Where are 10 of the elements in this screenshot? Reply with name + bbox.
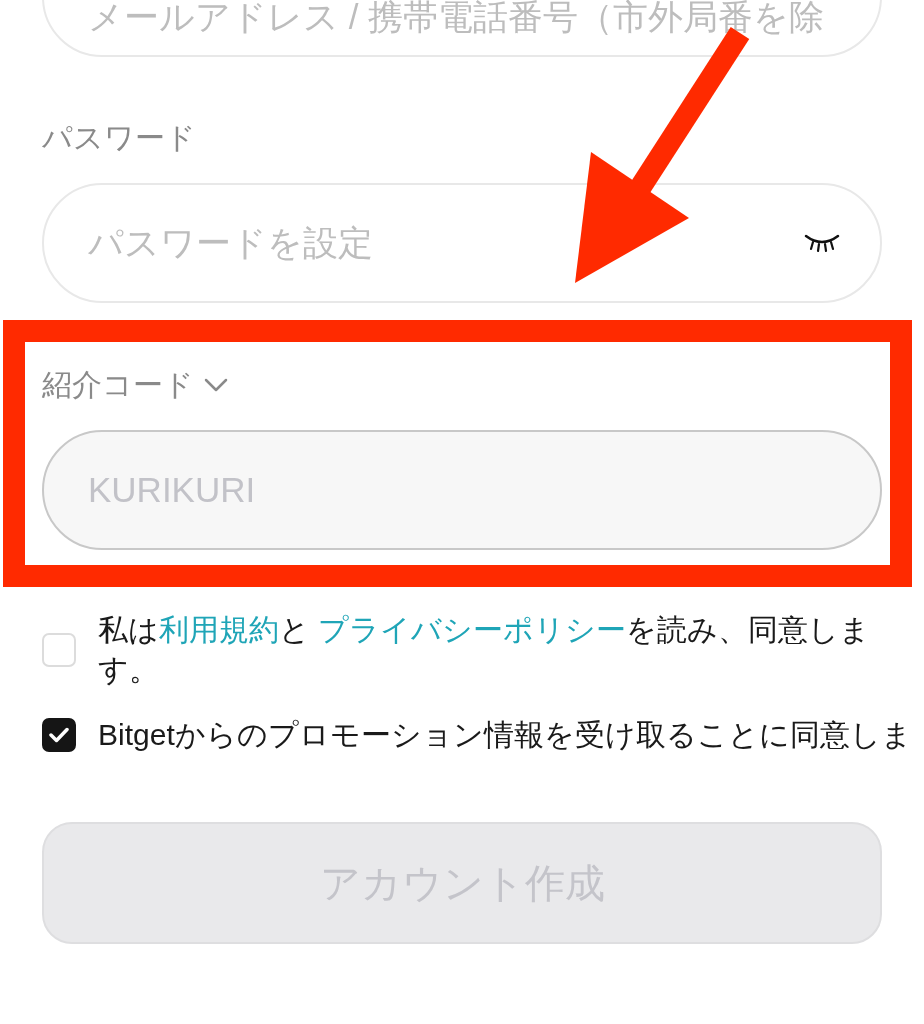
text-link[interactable]: プライバシーポリシー xyxy=(318,613,627,646)
agreement-text: Bitgetからのプロモーション情報を受け取ることに同意しま xyxy=(98,717,912,753)
agreement-text: 私は利用規約 と プライバシーポリシーを読み、同意します。 xyxy=(98,612,872,688)
checkbox[interactable] xyxy=(42,718,76,752)
password-field[interactable]: パスワードを設定 xyxy=(42,183,882,303)
checkmark-icon xyxy=(49,727,69,743)
password-label: パスワード xyxy=(42,120,196,156)
text-link[interactable]: 利用規約 xyxy=(159,613,279,646)
chevron-down-icon xyxy=(204,378,228,392)
eye-closed-icon[interactable] xyxy=(804,233,840,253)
